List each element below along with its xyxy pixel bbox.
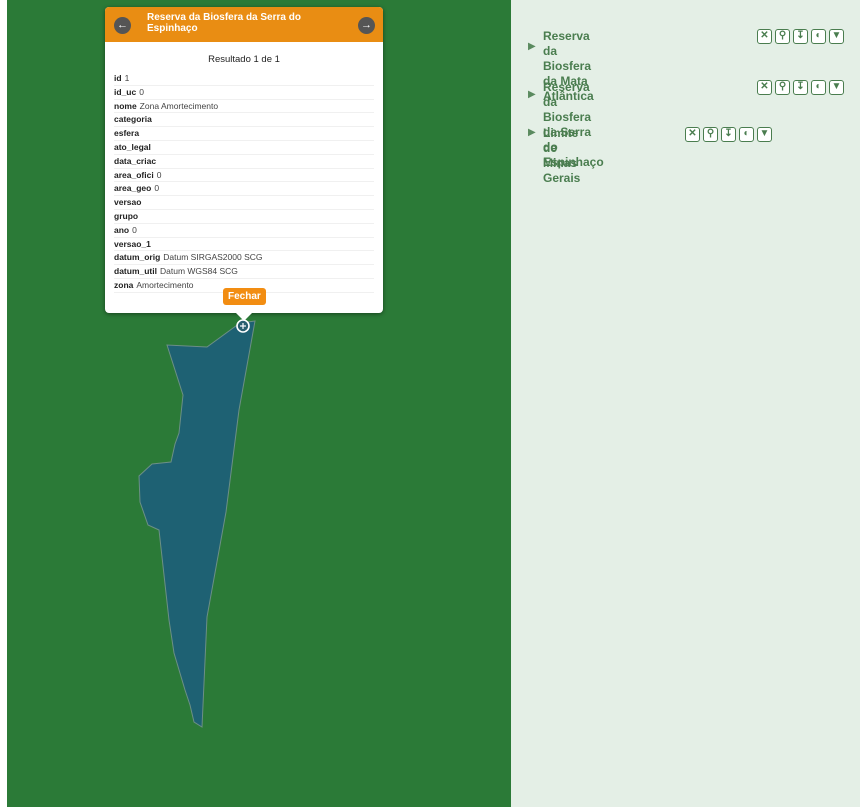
expand-triangle-icon[interactable]: ▶ (528, 127, 536, 138)
layer-name[interactable]: Limite de Minas Gerais (543, 126, 580, 186)
zoom-icon[interactable]: ⚲ (775, 80, 790, 95)
popup-title: Reserva da Biosfera da Serra do Espinhaç… (147, 12, 301, 34)
layer-tools: ✕ ⚲ ↧ ◐ ▼ (757, 80, 844, 95)
attribute-row: nome Zona Amortecimento (114, 100, 374, 114)
attribute-row: versao (114, 196, 374, 210)
attribute-row: data_criac (114, 155, 374, 169)
filter-icon[interactable]: ▼ (757, 127, 772, 142)
attribute-row: area_ofici 0 (114, 169, 374, 183)
attribute-row: area_geo 0 (114, 182, 374, 197)
arrow-left-icon[interactable]: ← (114, 17, 131, 34)
remove-icon[interactable]: ✕ (757, 29, 772, 44)
layer-tools: ✕ ⚲ ↧ ◐ ▼ (685, 127, 772, 142)
download-icon[interactable]: ↧ (793, 80, 808, 95)
popup-header: ← Reserva da Biosfera da Serra do Espinh… (105, 7, 383, 42)
attribute-row: datum_orig Datum SIRGAS2000 SCG (114, 251, 374, 266)
attribute-row: grupo (114, 210, 374, 224)
attribute-row: id 1 (114, 72, 374, 86)
filter-icon[interactable]: ▼ (829, 80, 844, 95)
opacity-icon[interactable]: ◐ (811, 80, 826, 95)
attribute-row: datum_util Datum WGS84 SCG (114, 265, 374, 279)
attribute-list: id 1 id_uc 0 nome Zona Amortecimento catego… (114, 72, 374, 293)
zoom-icon[interactable]: ⚲ (775, 29, 790, 44)
remove-icon[interactable]: ✕ (757, 80, 772, 95)
zoom-icon[interactable]: ⚲ (703, 127, 718, 142)
attribute-row: esfera (114, 127, 374, 141)
arrow-right-icon[interactable]: → (358, 17, 375, 34)
opacity-icon[interactable]: ◐ (739, 127, 754, 142)
feature-info-popup: ← Reserva da Biosfera da Serra do Espinh… (105, 7, 383, 321)
close-popup-button[interactable]: Fechar (223, 288, 266, 305)
download-icon[interactable]: ↧ (793, 29, 808, 44)
attribute-row: versao_1 (114, 238, 374, 252)
attribute-row: id_uc 0 (114, 86, 374, 100)
biosphere-zone-polygon[interactable] (138, 320, 256, 728)
remove-icon[interactable]: ✕ (685, 127, 700, 142)
attribute-row: ato_legal (114, 141, 374, 155)
filter-icon[interactable]: ▼ (829, 29, 844, 44)
layer-tools: ✕ ⚲ ↧ ◐ ▼ (757, 29, 844, 44)
opacity-icon[interactable]: ◐ (811, 29, 826, 44)
location-marker-icon[interactable] (236, 319, 250, 333)
expand-triangle-icon[interactable]: ▶ (528, 89, 536, 100)
attribute-row: categoria (114, 113, 374, 128)
expand-triangle-icon[interactable]: ▶ (528, 41, 536, 52)
result-counter: Resultado 1 de 1 (208, 54, 280, 65)
attribute-row: ano 0 (114, 224, 374, 238)
layer-panel: ▶ Reserva da Biosfera da Mata Atlântica ✕… (511, 0, 860, 807)
map-canvas[interactable]: ← Reserva da Biosfera da Serra do Espinh… (7, 0, 511, 807)
download-icon[interactable]: ↧ (721, 127, 736, 142)
popup-pointer (236, 313, 252, 321)
